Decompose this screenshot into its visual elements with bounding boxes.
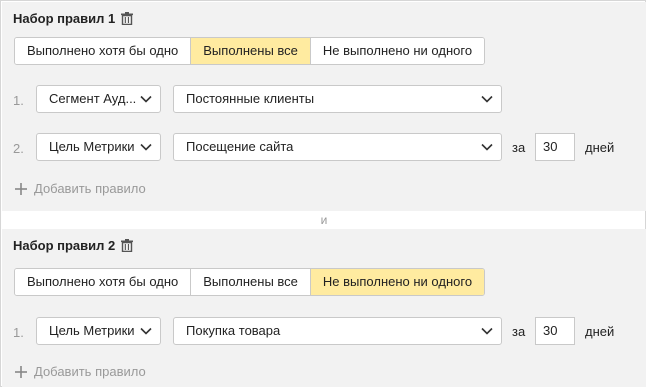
ruleset-title-row: Набор правил 1 bbox=[13, 11, 134, 26]
ruleset-separator: и bbox=[320, 213, 328, 227]
rule-row: 2. Цель Метрики Посещение сайта за 30 дн… bbox=[2, 133, 646, 163]
match-mode-selector: Выполнено хотя бы одно Выполнены все Не … bbox=[14, 37, 486, 65]
chevron-down-icon bbox=[140, 143, 152, 151]
ruleset-1: Набор правил 1 Выполнено хотя бы одно Вы… bbox=[2, 2, 646, 211]
rule-value: Покупка товара bbox=[186, 323, 281, 338]
ruleset-title: Набор правил 2 bbox=[13, 238, 116, 253]
rule-number: 1. bbox=[13, 93, 24, 108]
period-unit: дней bbox=[585, 140, 615, 155]
period-prefix: за bbox=[512, 140, 526, 155]
chevron-down-icon bbox=[140, 327, 152, 335]
audience-conditions-panel: Набор правил 1 Выполнено хотя бы одно Вы… bbox=[0, 0, 646, 387]
rule-type-select[interactable]: Цель Метрики bbox=[36, 317, 161, 345]
rule-type-value: Цель Метрики bbox=[49, 323, 135, 338]
rule-type-value: Цель Метрики bbox=[49, 139, 135, 154]
plus-icon bbox=[15, 182, 27, 195]
rule-value-select[interactable]: Посещение сайта bbox=[173, 133, 502, 161]
rule-type-value: Сегмент Ауд... bbox=[49, 91, 137, 106]
mode-all-button[interactable]: Выполнены все bbox=[191, 38, 311, 64]
rule-value: Посещение сайта bbox=[186, 139, 294, 154]
mode-any-button[interactable]: Выполнено хотя бы одно bbox=[15, 269, 192, 295]
period-days-input[interactable]: 30 bbox=[535, 133, 575, 161]
mode-any-button[interactable]: Выполнено хотя бы одно bbox=[15, 38, 192, 64]
add-rule-label: Добавить правило bbox=[34, 181, 146, 196]
plus-icon bbox=[15, 365, 27, 378]
rule-value-select[interactable]: Постоянные клиенты bbox=[173, 85, 502, 113]
rule-type-select[interactable]: Цель Метрики bbox=[36, 133, 161, 161]
period-prefix: за bbox=[512, 324, 526, 339]
mode-all-button[interactable]: Выполнены все bbox=[191, 269, 311, 295]
chevron-down-icon bbox=[481, 95, 493, 103]
ruleset-title: Набор правил 1 bbox=[13, 11, 116, 26]
rule-number: 1. bbox=[13, 325, 24, 340]
add-rule-button[interactable]: Добавить правило bbox=[14, 181, 146, 196]
ruleset-2: Набор правил 2 Выполнено хотя бы одно Вы… bbox=[2, 229, 646, 387]
rule-value-select[interactable]: Покупка товара bbox=[173, 317, 502, 345]
chevron-down-icon bbox=[481, 143, 493, 151]
add-rule-button[interactable]: Добавить правило bbox=[14, 364, 146, 379]
rule-row: 1. Сегмент Ауд... Постоянные клиенты bbox=[2, 85, 646, 115]
rule-row: 1. Цель Метрики Покупка товара за 30 дне… bbox=[2, 317, 646, 347]
chevron-down-icon bbox=[481, 327, 493, 335]
rule-number: 2. bbox=[13, 141, 24, 156]
chevron-down-icon bbox=[140, 95, 152, 103]
add-rule-label: Добавить правило bbox=[34, 364, 146, 379]
period-days-input[interactable]: 30 bbox=[535, 317, 575, 345]
mode-none-button[interactable]: Не выполнено ни одного bbox=[310, 38, 485, 64]
trash-icon[interactable] bbox=[121, 239, 134, 252]
rule-value: Постоянные клиенты bbox=[186, 91, 315, 106]
rule-type-select[interactable]: Сегмент Ауд... bbox=[36, 85, 161, 113]
period-unit: дней bbox=[585, 324, 615, 339]
mode-none-button[interactable]: Не выполнено ни одного bbox=[310, 269, 485, 295]
trash-icon[interactable] bbox=[121, 12, 134, 25]
ruleset-title-row: Набор правил 2 bbox=[13, 238, 134, 253]
match-mode-selector: Выполнено хотя бы одно Выполнены все Не … bbox=[14, 268, 486, 296]
